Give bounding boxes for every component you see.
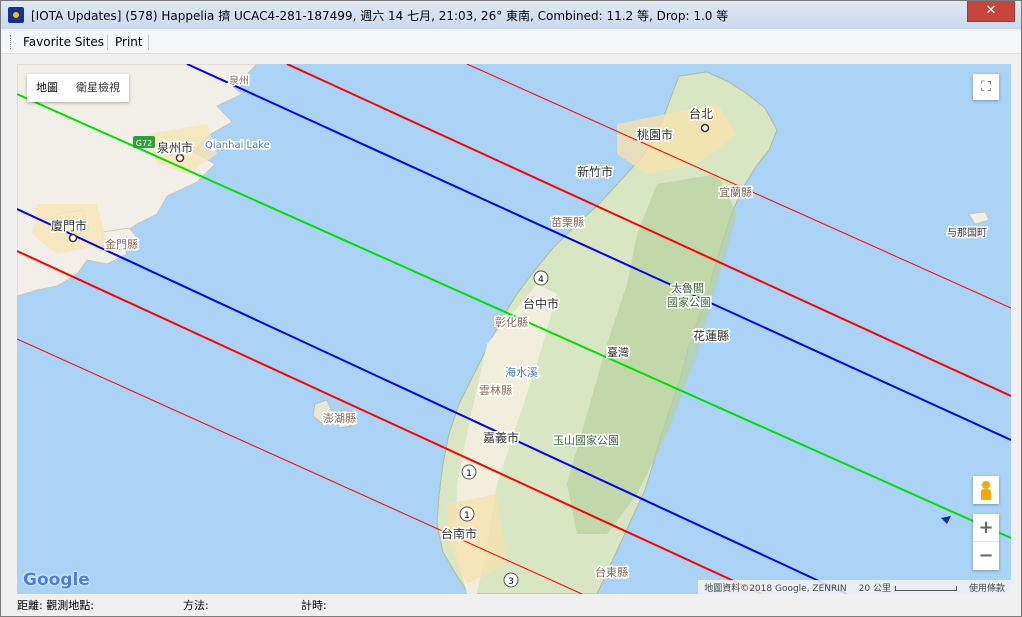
label-kinmen: 金門縣 (105, 237, 138, 251)
zoom-in-button[interactable]: + (973, 514, 999, 542)
terms-link[interactable]: 使用條款 (963, 581, 1011, 594)
label-tainan: 台南市 (441, 526, 477, 541)
road-3-label: 3 (508, 577, 514, 587)
road-1b-label: 1 (464, 511, 470, 521)
label-taroko-1: 太魯閣 (671, 281, 704, 295)
label-taoyuan: 桃園市 (637, 127, 673, 142)
label-quanzhou: 泉州市 (157, 140, 193, 155)
label-yushan: 玉山國家公園 (553, 433, 619, 447)
road-4-label: 4 (538, 275, 544, 285)
label-taroko-2: 國家公園 (667, 295, 711, 309)
status-bar: 距離: 觀測地點: 方法: 計時: (1, 595, 1021, 615)
map-type-satellite-button[interactable]: 衛星檢視 (67, 74, 129, 102)
scale-bar (894, 585, 957, 591)
label-taichung: 台中市 (523, 296, 559, 311)
scale-label: 20 公里 (853, 581, 963, 594)
label-taipei: 台北 (689, 106, 713, 121)
label-changhua: 彰化縣 (495, 315, 528, 329)
scale-text: 20 公里 (858, 583, 891, 594)
label-hsinchu: 新竹市 (577, 164, 613, 179)
attribution-text: 地圖資料©2018 Google, ZENRIN (704, 583, 847, 594)
map-canvas: G72 4 1 1 3 台北 桃園市 新竹市 宜蘭縣 苗栗縣 台中市 彰化縣 太… (17, 64, 1011, 594)
quanzhou-marker (175, 153, 185, 163)
label-haianxi: 海水溪 (505, 365, 538, 379)
g72-label: G72 (136, 139, 152, 148)
label-yonaguni: 与那国町 (947, 227, 987, 239)
toolbar-grip (10, 35, 13, 49)
label-fujian-partial: 泉州 (229, 74, 249, 87)
menu-favorite-sites[interactable]: Favorite Sites (23, 35, 104, 49)
status-timing: 計時: (301, 599, 327, 612)
google-logo: Google (23, 570, 90, 590)
taipei-marker (700, 123, 710, 133)
label-yunlin: 雲林縣 (479, 383, 512, 397)
zoom-control: + − (973, 514, 999, 570)
label-yilan: 宜蘭縣 (719, 185, 752, 199)
label-taiwan: 臺灣 (607, 345, 629, 359)
menu-bar: Favorite Sites Print (1, 31, 1021, 54)
map-type-map-button[interactable]: 地圖 (27, 74, 67, 102)
label-hualien: 花蓮縣 (693, 328, 729, 343)
app-icon (8, 7, 24, 23)
app-window: [IOTA Updates] (578) Happelia 擠 UCAC4-28… (0, 0, 1022, 617)
status-distance: 距離: 觀測地點: (17, 599, 94, 612)
menu-print[interactable]: Print (115, 35, 143, 49)
xiamen-marker (68, 233, 78, 243)
label-taitung: 台東縣 (595, 565, 628, 579)
label-chiayi: 嘉義市 (483, 430, 519, 445)
road-1-label: 1 (466, 469, 472, 479)
fullscreen-icon: ⛶ (981, 79, 991, 95)
map-type-control: 地圖 衛星檢視 (27, 74, 129, 102)
street-view-pegman-icon[interactable] (973, 476, 999, 504)
label-qianhai-lake: Qianhai Lake (205, 140, 270, 151)
label-miaoli: 苗栗縣 (551, 216, 584, 229)
zoom-out-button[interactable]: − (973, 542, 999, 570)
title-bar[interactable]: [IOTA Updates] (578) Happelia 擠 UCAC4-28… (1, 1, 1021, 29)
close-button[interactable]: ✕ (967, 1, 1015, 22)
menu-separator (107, 35, 108, 50)
map-view[interactable]: G72 4 1 1 3 台北 桃園市 新竹市 宜蘭縣 苗栗縣 台中市 彰化縣 太… (17, 64, 1011, 594)
label-penghu: 澎湖縣 (323, 412, 356, 425)
window-title: [IOTA Updates] (578) Happelia 擠 UCAC4-28… (31, 9, 729, 23)
map-attribution: 地圖資料©2018 Google, ZENRIN 20 公里 使用條款 (698, 580, 1011, 594)
label-xiamen: 廈門市 (51, 218, 87, 233)
menu-separator (148, 35, 149, 50)
fullscreen-button[interactable]: ⛶ (973, 74, 999, 100)
status-method: 方法: (183, 599, 209, 612)
